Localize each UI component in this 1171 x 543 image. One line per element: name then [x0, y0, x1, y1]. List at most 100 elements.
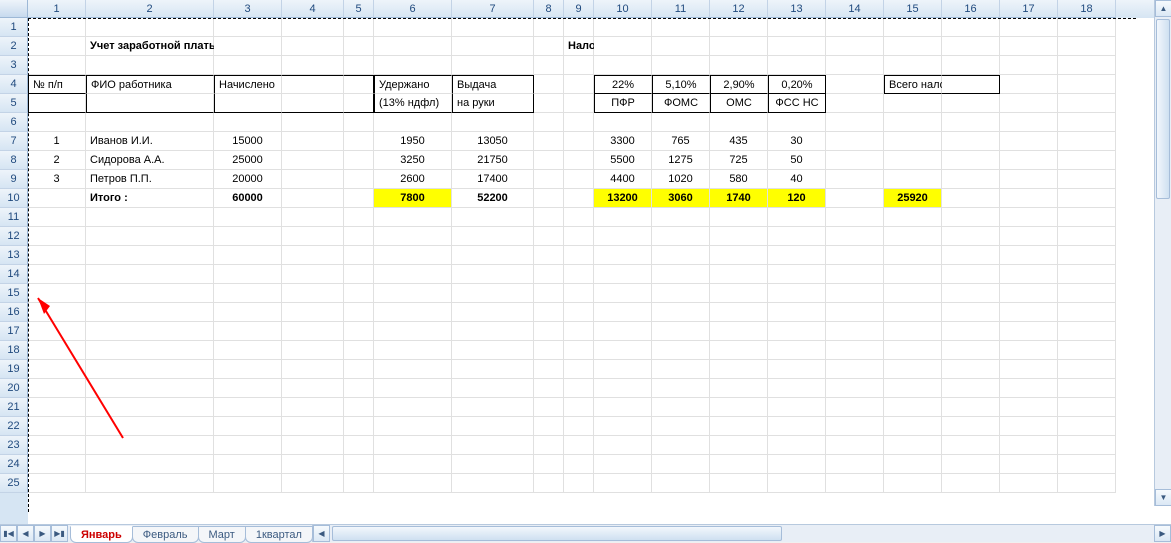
cell[interactable] [282, 322, 344, 341]
cell[interactable] [374, 360, 452, 379]
cell[interactable] [534, 94, 564, 113]
cell-fio[interactable]: Петров П.П. [86, 170, 214, 189]
cell[interactable] [452, 37, 534, 56]
cell[interactable] [282, 227, 344, 246]
cell[interactable] [942, 455, 1000, 474]
cell[interactable] [374, 208, 452, 227]
cell[interactable] [710, 474, 768, 493]
column-header[interactable]: 17 [1000, 0, 1058, 18]
cell[interactable] [1000, 341, 1058, 360]
row-header[interactable]: 23 [0, 436, 28, 455]
row-header[interactable]: 20 [0, 379, 28, 398]
cell[interactable] [214, 37, 282, 56]
cell[interactable] [942, 265, 1000, 284]
cell[interactable] [884, 170, 942, 189]
cell[interactable] [452, 208, 534, 227]
cell[interactable] [344, 37, 374, 56]
row-header[interactable]: 13 [0, 246, 28, 265]
cell[interactable] [768, 474, 826, 493]
cell[interactable] [884, 151, 942, 170]
cell[interactable] [1000, 75, 1058, 94]
cell-accrued[interactable]: 25000 [214, 151, 282, 170]
cell[interactable] [534, 322, 564, 341]
cell[interactable] [564, 75, 594, 94]
cell[interactable] [942, 208, 1000, 227]
cell[interactable] [768, 246, 826, 265]
row-header[interactable]: 25 [0, 474, 28, 493]
cell[interactable] [86, 113, 214, 132]
cell[interactable] [1000, 436, 1058, 455]
cell[interactable] [86, 208, 214, 227]
cell[interactable] [344, 18, 374, 37]
cell[interactable] [594, 303, 652, 322]
cell[interactable] [884, 360, 942, 379]
cell[interactable] [652, 208, 710, 227]
cell[interactable] [826, 189, 884, 208]
cell[interactable] [282, 189, 344, 208]
column-header[interactable]: 6 [374, 0, 452, 18]
cell[interactable] [452, 227, 534, 246]
cell[interactable] [884, 132, 942, 151]
cell-fio[interactable]: Иванов И.И. [86, 132, 214, 151]
header-oms[interactable]: ОМС [710, 94, 768, 113]
cell[interactable] [1058, 322, 1116, 341]
cell[interactable] [884, 303, 942, 322]
header-accrued[interactable]: Начислено [214, 75, 282, 94]
cell[interactable] [652, 360, 710, 379]
cell-pfr[interactable]: 5500 [594, 151, 652, 170]
scroll-right-button[interactable]: ▶ [1154, 525, 1171, 542]
title-taxes[interactable]: Налоги с ФОТ: [564, 37, 594, 56]
cell[interactable] [710, 360, 768, 379]
row-header[interactable]: 14 [0, 265, 28, 284]
cell[interactable] [344, 113, 374, 132]
cell[interactable] [1000, 379, 1058, 398]
cell[interactable] [344, 303, 374, 322]
row-header[interactable]: 3 [0, 56, 28, 75]
cell[interactable] [564, 56, 594, 75]
cell[interactable] [1058, 18, 1116, 37]
cell[interactable] [344, 265, 374, 284]
cell[interactable] [1000, 208, 1058, 227]
cell[interactable] [884, 265, 942, 284]
cell[interactable] [594, 474, 652, 493]
cell[interactable] [344, 360, 374, 379]
cell-num[interactable]: 1 [28, 132, 86, 151]
cell-fss[interactable]: 30 [768, 132, 826, 151]
cell[interactable] [564, 227, 594, 246]
cell[interactable] [594, 455, 652, 474]
cell-total-fss[interactable]: 120 [768, 189, 826, 208]
cell[interactable] [282, 18, 344, 37]
cell[interactable] [768, 379, 826, 398]
cell[interactable] [344, 474, 374, 493]
cell-withheld[interactable]: 1950 [374, 132, 452, 151]
cell[interactable] [86, 284, 214, 303]
cell[interactable] [534, 474, 564, 493]
cell[interactable] [1000, 474, 1058, 493]
column-header[interactable]: 5 [344, 0, 374, 18]
cell[interactable] [452, 455, 534, 474]
cell[interactable] [282, 37, 344, 56]
horizontal-scroll-track[interactable]: ◀ ▶ [312, 525, 1171, 542]
cell[interactable] [710, 322, 768, 341]
cell[interactable] [534, 284, 564, 303]
cell[interactable] [282, 398, 344, 417]
cell[interactable] [452, 341, 534, 360]
column-header[interactable]: 3 [214, 0, 282, 18]
cell[interactable] [884, 94, 942, 113]
cell[interactable] [594, 265, 652, 284]
column-header[interactable]: 16 [942, 0, 1000, 18]
sheet-tab-active[interactable]: Январь [70, 526, 133, 543]
cell[interactable] [1058, 284, 1116, 303]
cell[interactable] [1000, 94, 1058, 113]
cell[interactable] [826, 208, 884, 227]
cell[interactable] [710, 303, 768, 322]
cell[interactable] [564, 189, 594, 208]
cell[interactable] [564, 246, 594, 265]
cell[interactable] [374, 56, 452, 75]
cell[interactable] [652, 322, 710, 341]
cell[interactable] [28, 341, 86, 360]
cell[interactable] [826, 56, 884, 75]
title-main[interactable]: Учет заработной платы и отчислений налог… [86, 37, 214, 56]
cell[interactable] [534, 37, 564, 56]
cell[interactable] [534, 132, 564, 151]
